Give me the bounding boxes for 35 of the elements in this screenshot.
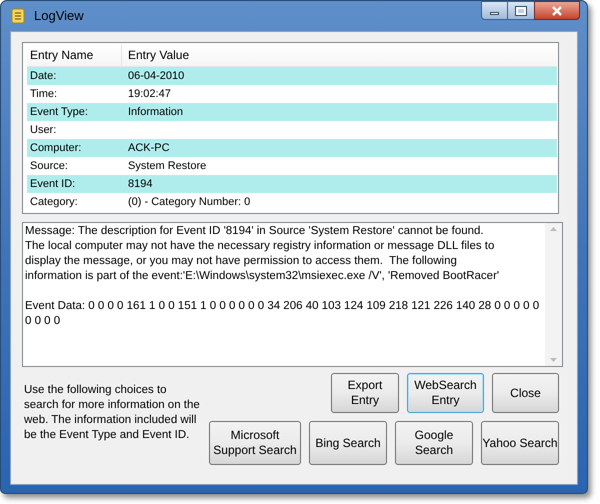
action-button[interactable]: Export Entry — [331, 373, 399, 413]
column-header[interactable]: Entry Value — [122, 44, 557, 66]
table-cell-text: Computer: — [29, 140, 82, 156]
table-cell-text: 06-04-2010 — [127, 68, 184, 84]
table-cell-text: Source: — [29, 158, 69, 174]
table-row[interactable]: Computer: ACK-PC — [27, 139, 557, 157]
notepad-icon — [10, 8, 26, 24]
table-cell-text: Time: — [29, 86, 58, 102]
table-cell-text: System Restore — [127, 158, 206, 174]
table-cell-text: Event ID: — [29, 176, 76, 192]
table-cell-text: User: — [29, 122, 58, 138]
window-title: LogView — [34, 7, 84, 26]
action-button[interactable]: Google Search — [395, 421, 473, 465]
table-cell-text: 19:02:47 — [127, 86, 171, 102]
table-cell-text: Event Type: — [29, 104, 89, 120]
action-button[interactable]: Yahoo Search — [481, 421, 559, 465]
action-button[interactable]: Close — [492, 373, 559, 413]
table-cell-text: ACK-PC — [127, 140, 170, 156]
table-cell-text: 8194 — [127, 176, 152, 192]
table-cell-text: Information — [127, 104, 184, 120]
action-button[interactable]: Microsoft Support Search — [209, 421, 301, 465]
action-button[interactable]: WebSearch Entry — [407, 373, 484, 413]
table-row[interactable]: Event ID: 8194 — [27, 175, 557, 193]
minimize-button[interactable] — [481, 1, 508, 20]
table-cell-text: Date: — [29, 68, 58, 84]
maximize-button[interactable] — [508, 1, 534, 20]
close-icon[interactable] — [534, 1, 580, 20]
table-row[interactable]: Date: 06-04-2010 — [27, 67, 557, 85]
column-header[interactable]: Entry Name — [27, 44, 122, 66]
message-text: Message: The description for Event ID '8194' in Source 'System Restore' cannot be found. The local computer may not have the necessary registry information or message DLL files to display the message, or you may not have permission to access them. The following information is part of the event:'E:\Windows\system32\msiexec.exe /V', 'Removed BootRacer' Event Data: 0 0 0 0 161 1 0 0 151 1 0 0 0 0 0 0 34 206 40 103 124 109 218 121 226 140 28 0 0 0 0 0 0 0 0 0 — [24, 224, 540, 329]
table-cell-text: Category: — [29, 194, 79, 210]
action-button[interactable]: Bing Search — [309, 421, 387, 465]
hint-text: Use the following choices to search for more information on the web. The information included will be the Event Type and Event ID. — [24, 383, 201, 443]
table-cell-text: (0) - Category Number: 0 — [127, 194, 250, 210]
table-row[interactable]: Event Type: Information — [27, 103, 557, 121]
